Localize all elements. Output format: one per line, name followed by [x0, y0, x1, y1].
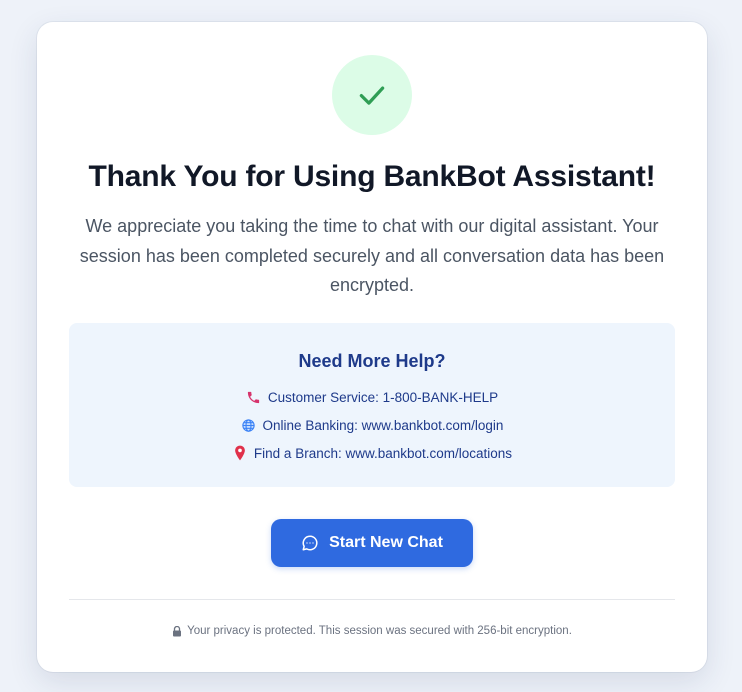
lock-icon	[172, 625, 182, 637]
privacy-text: Your privacy is protected. This session …	[187, 625, 572, 637]
page-title: Thank You for Using BankBot Assistant!	[88, 160, 656, 193]
help-title: Need More Help?	[298, 351, 446, 371]
divider	[69, 599, 675, 600]
phone-icon	[246, 389, 262, 405]
globe-icon	[241, 417, 257, 433]
start-new-chat-button[interactable]: Start New Chat	[271, 519, 473, 567]
success-badge	[332, 55, 412, 135]
help-item-text: Online Banking: www.bankbot.com/login	[262, 417, 504, 433]
help-panel: Need More Help? Customer Service: 1-800-…	[69, 323, 675, 487]
checkmark-icon	[359, 86, 385, 105]
chat-bubble-icon	[301, 534, 319, 552]
thank-you-card: Thank You for Using BankBot Assistant! W…	[37, 22, 707, 672]
help-item-customer-service: Customer Service: 1-800-BANK-HELP	[69, 389, 675, 405]
help-item-text: Customer Service: 1-800-BANK-HELP	[267, 389, 499, 405]
privacy-footer: Your privacy is protected. This session …	[37, 625, 707, 637]
start-new-chat-label: Start New Chat	[329, 534, 443, 551]
help-item-find-branch: Find a Branch: www.bankbot.com/locations	[69, 445, 675, 461]
confirmation-message: We appreciate you taking the time to cha…	[79, 216, 665, 295]
map-pin-icon	[232, 445, 248, 461]
help-item-text: Find a Branch: www.bankbot.com/locations	[253, 445, 513, 461]
help-item-online-banking: Online Banking: www.bankbot.com/login	[69, 417, 675, 433]
